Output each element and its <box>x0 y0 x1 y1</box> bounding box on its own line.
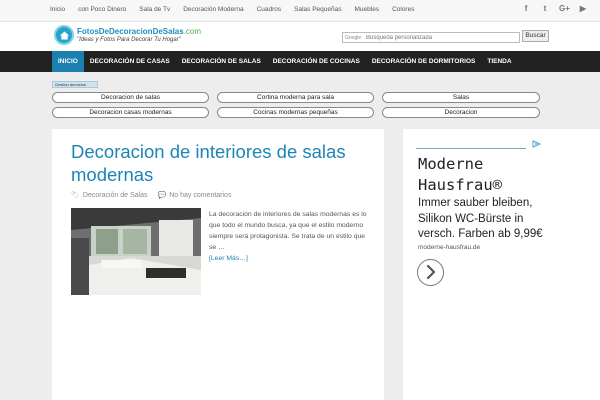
ad-body[interactable]: Immer sauber bleiben, Silikon WC-Bürste … <box>418 196 543 243</box>
search-button[interactable]: Buscar <box>522 30 549 42</box>
article-meta: 🏷 Decoración de Salas 💬 No hay comentarios <box>71 191 231 199</box>
nav-item-decoracion-casas[interactable]: DECORACIÓN DE CASAS <box>84 51 176 72</box>
nav-item-tienda[interactable]: TIENDA <box>481 51 517 72</box>
adchoices-icon[interactable] <box>532 140 542 148</box>
top-link-decoracion-moderna[interactable]: Decoración Moderna <box>183 6 243 13</box>
read-more-link[interactable]: [Leer Más…] <box>209 255 248 262</box>
comment-icon: 💬 <box>157 192 167 199</box>
article-category[interactable]: Decoración de Salas <box>83 192 148 199</box>
google-search-brand: Google <box>345 35 362 41</box>
ad-url[interactable]: moderne-hausfrau.de <box>418 244 480 251</box>
nav-item-decoracion-salas[interactable]: DECORACIÓN DE SALAS <box>176 51 267 72</box>
comments-meta: 💬 No hay comentarios <box>157 191 231 199</box>
ad-link-button[interactable]: Cortina moderna para sala <box>217 92 374 103</box>
google-plus-icon[interactable]: G+ <box>559 4 570 13</box>
top-bar: Inicio con Poco Dinero Sala de Tv Decora… <box>0 0 600 22</box>
ad-link-button[interactable]: Decoracion casas modernas <box>52 107 209 118</box>
category-meta: 🏷 Decoración de Salas <box>71 191 147 199</box>
main-nav: INICIO DECORACIÓN DE CASAS DECORACIÓN DE… <box>0 51 600 72</box>
search-input[interactable] <box>366 33 516 42</box>
ad-headline-line: Hausfrau® <box>418 176 502 194</box>
ad-link-button[interactable]: Decoracion de salas <box>52 92 209 103</box>
top-link-inicio[interactable]: Inicio <box>50 6 65 13</box>
ad-link-button[interactable]: Decoracion <box>382 107 540 118</box>
site-name: FotosDeDecoracionDeSalas <box>77 27 184 36</box>
top-link-salas-pequenas[interactable]: Salas Pequeñas <box>294 6 341 13</box>
top-link-muebles[interactable]: Muebles <box>354 6 379 13</box>
site-suffix: .com <box>183 27 202 36</box>
article-excerpt: La decoración de interiores de salas mod… <box>209 211 367 251</box>
top-links: Inicio con Poco Dinero Sala de Tv Decora… <box>50 6 427 13</box>
ad-body-line: Silikon WC-Bürste in <box>418 212 524 225</box>
ad-link-button[interactable]: Cocinas modernas pequeñas <box>217 107 374 118</box>
top-link-poco-dinero[interactable]: con Poco Dinero <box>78 6 126 13</box>
ad-headline[interactable]: Moderne Hausfrau® <box>418 154 502 196</box>
ad-body-line: versch. Farben ab 9,99€ <box>418 228 543 240</box>
tag-icon: 🏷 <box>71 192 80 199</box>
facebook-icon[interactable]: f <box>521 4 531 13</box>
search-box: Google <box>342 32 520 43</box>
home-logo-icon[interactable] <box>54 25 74 45</box>
nav-item-decoracion-dormitorios[interactable]: DECORACIÓN DE DORMITORIOS <box>366 51 482 72</box>
article-thumbnail[interactable] <box>71 208 201 295</box>
site-tagline: "Ideas y Fotos Para Decorar Tu Hogar" <box>77 37 181 43</box>
ad-next-button[interactable] <box>417 259 444 286</box>
ad-body-line: Immer sauber bleiben, <box>418 197 533 209</box>
nav-item-inicio[interactable]: INICIO <box>52 51 84 72</box>
article-title[interactable]: Decoracion de interiores de salas modern… <box>71 140 371 186</box>
ad-management-label[interactable]: Gestión anuncios <box>52 81 98 88</box>
chevron-right-icon <box>426 264 436 280</box>
article-comments[interactable]: No hay comentarios <box>169 192 231 199</box>
ad-link-button[interactable]: Salas <box>382 92 540 103</box>
social-icons: f t G+ ▶ <box>521 4 588 13</box>
ad-headline-line: Moderne <box>418 155 484 173</box>
site-logo-title[interactable]: FotosDeDecoracionDeSalas.com <box>77 27 201 36</box>
top-link-sala-tv[interactable]: Sala de Tv <box>139 6 170 13</box>
youtube-icon[interactable]: ▶ <box>578 4 588 13</box>
top-link-colores[interactable]: Colores <box>392 6 414 13</box>
ad-divider <box>416 148 526 149</box>
twitter-icon[interactable]: t <box>540 4 550 13</box>
nav-item-decoracion-cocinas[interactable]: DECORACIÓN DE COCINAS <box>267 51 366 72</box>
top-link-cuadros[interactable]: Cuadros <box>257 6 282 13</box>
